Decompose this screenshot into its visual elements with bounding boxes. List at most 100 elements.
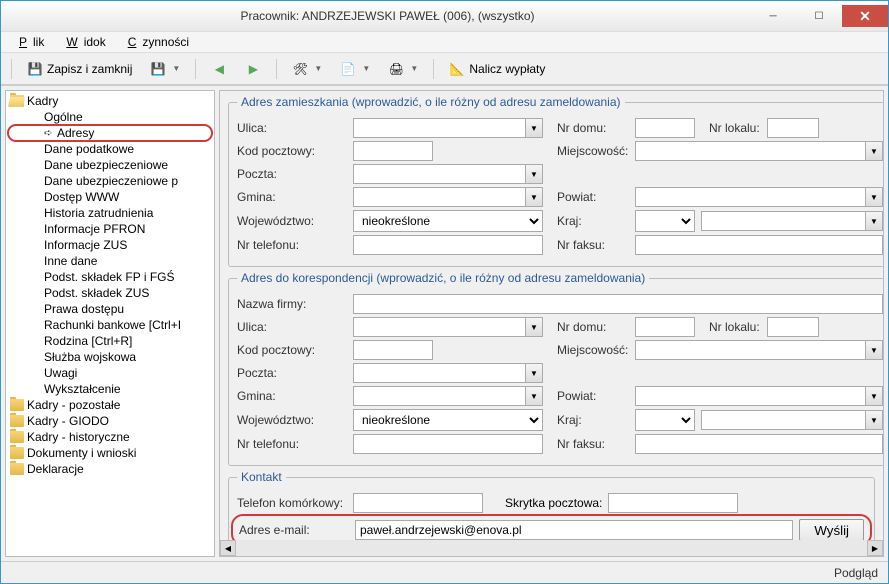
menu-czynnosci[interactable]: Czynności — [116, 33, 195, 51]
tree-item-skladek-zus[interactable]: Podst. składek ZUS — [8, 285, 212, 301]
tree-item-dane-podatkowe[interactable]: Dane podatkowe — [8, 141, 212, 157]
kraj-input[interactable] — [701, 211, 865, 231]
kraj-code-select[interactable] — [635, 210, 695, 232]
tree-item-dane-ubezp[interactable]: Dane ubezpieczeniowe — [8, 157, 212, 173]
label-poczta2: Poczta: — [237, 366, 347, 380]
scroll-left-icon[interactable]: ◀ — [220, 540, 236, 556]
nr-tel-input[interactable] — [353, 235, 543, 255]
dropdown-icon[interactable]: ▼ — [525, 164, 543, 184]
nr-lokalu-input[interactable] — [767, 118, 819, 138]
nr-lokalu2-input[interactable] — [767, 317, 819, 337]
powiat-input[interactable] — [635, 187, 865, 207]
tree-item-ogolne[interactable]: Ogólne — [8, 109, 212, 125]
label-nr-lokalu: Nr lokalu: — [701, 121, 761, 135]
dropdown-icon[interactable]: ▼ — [865, 187, 883, 207]
tree-item-prawa[interactable]: Prawa dostępu — [8, 301, 212, 317]
ruler-icon: 📐 — [449, 61, 465, 77]
maximize-button[interactable]: ☐ — [796, 5, 842, 27]
nr-domu2-input[interactable] — [635, 317, 695, 337]
close-button[interactable]: ✕ — [842, 5, 888, 27]
dropdown-icon[interactable]: ▼ — [525, 386, 543, 406]
woj-select[interactable]: nieokreślone — [353, 210, 543, 232]
gmina-input[interactable] — [353, 187, 525, 207]
minimize-button[interactable]: ─ — [750, 5, 796, 27]
poczta2-input[interactable] — [353, 363, 525, 383]
folder-icon — [10, 463, 24, 475]
nr-domu-input[interactable] — [635, 118, 695, 138]
dropdown-icon[interactable]: ▼ — [865, 141, 883, 161]
titlebar: Pracownik: ANDRZEJEWSKI PAWEŁ (006), (ws… — [1, 1, 888, 31]
tree-item-sluzba[interactable]: Służba wojskowa — [8, 349, 212, 365]
tree-item-dane-ubezp-p[interactable]: Dane ubezpieczeniowe p — [8, 173, 212, 189]
dropdown-icon[interactable]: ▼ — [865, 410, 883, 430]
dropdown-icon[interactable]: ▼ — [865, 340, 883, 360]
save-button[interactable]: 💾 ▼ — [143, 57, 187, 81]
gmina2-input[interactable] — [353, 386, 525, 406]
woj2-select[interactable]: nieokreślone — [353, 409, 543, 431]
dropdown-icon[interactable]: ▼ — [525, 187, 543, 207]
nr-faksu2-input[interactable] — [635, 434, 883, 454]
legend-1: Adres zamieszkania (wprowadzić, o ile ró… — [237, 95, 625, 109]
print-button[interactable]: 🖨 ▼ — [381, 57, 425, 81]
nalicz-button[interactable]: 📐 Nalicz wypłaty — [442, 57, 552, 81]
email-input[interactable] — [355, 520, 793, 540]
label-gmina: Gmina: — [237, 190, 347, 204]
tree-item-adresy[interactable]: ➪ Adresy — [8, 125, 212, 141]
horizontal-scrollbar[interactable]: ◀ ▶ — [220, 540, 883, 556]
kod2-input[interactable] — [353, 340, 433, 360]
kraj2-input[interactable] — [701, 410, 865, 430]
sidebar-tree[interactable]: Kadry Ogólne ➪ Adresy Dane podatkowe Dan… — [5, 90, 215, 557]
tree-folder-pozostale[interactable]: Kadry - pozostałe — [8, 397, 212, 413]
menu-widok[interactable]: Widok — [54, 33, 111, 51]
powiat2-input[interactable] — [635, 386, 865, 406]
view-button[interactable]: 📄 ▼ — [333, 57, 377, 81]
kraj2-code-select[interactable] — [635, 409, 695, 431]
tools-button[interactable]: 🛠 ▼ — [285, 57, 329, 81]
app-icon — [9, 8, 25, 24]
miejscowosc-input[interactable] — [635, 141, 865, 161]
miejscowosc2-input[interactable] — [635, 340, 865, 360]
skrytka-input[interactable] — [608, 493, 738, 513]
poczta-input[interactable] — [353, 164, 525, 184]
tree-folder-historyczne[interactable]: Kadry - historyczne — [8, 429, 212, 445]
legend-2: Adres do korespondencji (wprowadzić, o i… — [237, 271, 649, 285]
status-text: Podgląd — [834, 566, 878, 580]
label-nr-domu: Nr domu: — [549, 121, 629, 135]
tree-item-pfron[interactable]: Informacje PFRON — [8, 221, 212, 237]
tree-item-rodzina[interactable]: Rodzina [Ctrl+R] — [8, 333, 212, 349]
tree-folder-deklaracje[interactable]: Deklaracje — [8, 461, 212, 477]
tree-item-zus[interactable]: Informacje ZUS — [8, 237, 212, 253]
label-ulica2: Ulica: — [237, 320, 347, 334]
scroll-right-icon[interactable]: ▶ — [867, 540, 883, 556]
nr-faksu-input[interactable] — [635, 235, 883, 255]
tree-folder-dokumenty[interactable]: Dokumenty i wnioski — [8, 445, 212, 461]
window-title: Pracownik: ANDRZEJEWSKI PAWEŁ (006), (ws… — [25, 9, 750, 23]
tree-root-kadry[interactable]: Kadry — [8, 93, 212, 109]
label-nr-tel2: Nr telefonu: — [237, 437, 347, 451]
tree-item-fp-fgs[interactable]: Podst. składek FP i FGŚ — [8, 269, 212, 285]
tree-item-historia[interactable]: Historia zatrudnienia — [8, 205, 212, 221]
tree-folder-giodo[interactable]: Kadry - GIODO — [8, 413, 212, 429]
dropdown-icon[interactable]: ▼ — [865, 211, 883, 231]
kod-input[interactable] — [353, 141, 433, 161]
ulica2-input[interactable] — [353, 317, 525, 337]
tree-item-wyksztalcenie[interactable]: Wykształcenie — [8, 381, 212, 397]
tree-item-dostep-www[interactable]: Dostęp WWW — [8, 189, 212, 205]
nr-tel2-input[interactable] — [353, 434, 543, 454]
wyslij-button[interactable]: Wyślij — [799, 519, 864, 541]
dropdown-icon[interactable]: ▼ — [525, 317, 543, 337]
tree-item-inne[interactable]: Inne dane — [8, 253, 212, 269]
nazwa-firmy-input[interactable] — [353, 294, 883, 314]
ulica-input[interactable] — [353, 118, 525, 138]
tree-item-rachunki[interactable]: Rachunki bankowe [Ctrl+I — [8, 317, 212, 333]
dropdown-icon[interactable]: ▼ — [865, 386, 883, 406]
dropdown-icon[interactable]: ▼ — [525, 118, 543, 138]
forward-button[interactable]: ▶ — [238, 57, 268, 81]
dropdown-icon[interactable]: ▼ — [525, 363, 543, 383]
back-button[interactable]: ◀ — [204, 57, 234, 81]
save-close-button[interactable]: 💾 Zapisz i zamknij — [20, 57, 139, 81]
label-nr-faksu2: Nr faksu: — [549, 437, 629, 451]
tree-item-uwagi[interactable]: Uwagi — [8, 365, 212, 381]
tel-kom-input[interactable] — [353, 493, 483, 513]
menu-plik[interactable]: Plik — [7, 33, 50, 51]
